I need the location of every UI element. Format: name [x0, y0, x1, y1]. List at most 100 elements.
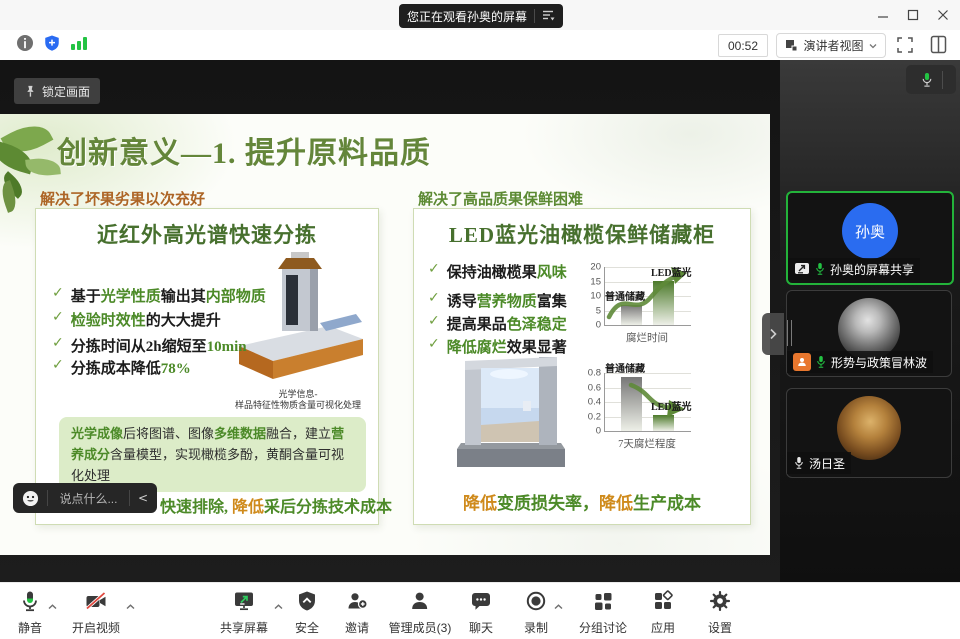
toolbar-apps-button[interactable]: 应用 [651, 589, 675, 636]
meeting-timer: 00:52 [718, 34, 768, 57]
bullet-item: ✓诱导营养物质富集 [428, 290, 567, 311]
participant-label: 孙奥的屏幕共享 [788, 258, 920, 280]
window-titlebar: 您正在观看孙奥的屏幕 [0, 0, 960, 31]
network-signal-icon[interactable] [70, 35, 88, 56]
text-run: 后将图谱、图像 [123, 426, 214, 441]
text-run: 光学成像 [71, 426, 123, 441]
minimize-button[interactable] [876, 8, 890, 22]
member-badge-icon [793, 353, 811, 371]
text-run: 保持油橄榄果 [447, 265, 537, 281]
meeting-window: 您正在观看孙奥的屏幕 [0, 0, 960, 639]
right-section-heading: 解决了高品质果保鲜困难 [418, 188, 583, 209]
toolbar-item-label: 聊天 [469, 619, 493, 636]
lock-view-button[interactable]: 锁定画面 [14, 78, 100, 104]
person-add-icon [345, 589, 369, 618]
banner-menu-icon[interactable] [542, 9, 555, 24]
text-run: 降低 [599, 494, 633, 513]
sidebar-grip[interactable] [791, 320, 792, 346]
toolbar-camera-off-button[interactable]: 开启视频 [72, 589, 120, 636]
y-tick-label: 15 [590, 276, 601, 287]
toolbar-item-expand-chevron[interactable] [125, 598, 136, 616]
text-run: 基于 [71, 289, 101, 305]
side-panel-toggle[interactable] [930, 35, 947, 59]
optical-imaging-note: 光学成像后将图谱、图像多维数据融合，建立营养成分含量模型，实现橄榄多酚，黄酮含量… [59, 417, 366, 492]
toolbar-microphone-button[interactable]: 静音 [18, 589, 42, 636]
toolbar-item-expand-chevron[interactable] [553, 598, 564, 616]
toolbar-item-label: 安全 [295, 619, 319, 636]
text-run: 生产成本 [633, 494, 701, 513]
toolbar-gear-button[interactable]: 设置 [708, 589, 732, 636]
chat-collapse-arrow[interactable]: < [138, 491, 148, 505]
view-mode-selector[interactable]: 演讲者视图 [776, 33, 886, 58]
chat-input-placeholder[interactable]: 说点什么... [56, 490, 121, 507]
decay-time-chart: 20151050普通储藏LED蓝光腐烂时间 [580, 267, 700, 345]
video-tile-2[interactable]: 形势与政策冒林波 [786, 290, 952, 377]
watching-banner[interactable]: 您正在观看孙奥的屏幕 [399, 4, 563, 28]
toolbar-screen-share-button[interactable]: 共享屏幕 [220, 589, 268, 636]
checkmark-icon: ✓ [428, 336, 440, 357]
toolbar-item-label: 邀请 [345, 619, 369, 636]
bullet-item: ✓分拣成本降低78% [52, 357, 191, 378]
text-run: 色泽稳定 [507, 317, 567, 333]
toolbar-record-button[interactable]: 录制 [524, 589, 548, 636]
checkmark-icon: ✓ [52, 309, 64, 330]
camera-off-icon [84, 589, 108, 618]
window-controls [876, 0, 950, 30]
emoji-icon[interactable] [22, 490, 39, 507]
sidebar-mic-button[interactable] [906, 65, 956, 94]
toolbar-item-label: 管理成员(3) [389, 619, 452, 636]
fullscreen-button[interactable] [896, 36, 914, 59]
toolbar-item-expand-chevron[interactable] [47, 598, 58, 616]
divider [942, 71, 943, 89]
bar-label: LED蓝光 [651, 264, 692, 279]
toolbar-chat-button[interactable]: 聊天 [469, 589, 493, 636]
security-shield-icon[interactable] [43, 34, 61, 57]
text-run: 营养物质 [477, 294, 537, 310]
bullet-item: ✓分拣时间从2h缩短至10min [52, 335, 247, 356]
text-run: 诱导 [447, 294, 477, 310]
close-button[interactable] [936, 8, 950, 22]
right-card-led-storage: LED蓝光油橄榄保鲜储藏柜 20151050普通储藏LED蓝光腐烂时间 0.80… [413, 208, 751, 525]
text-run: 输出其 [161, 289, 206, 305]
machine-caption: 光学信息- 样品特征性物质含量可视化处理 [222, 389, 374, 411]
sidebar-grip[interactable] [787, 320, 788, 346]
microphone-icon [815, 355, 827, 369]
gear-icon [708, 589, 732, 618]
text-run: 多维数据 [214, 426, 266, 441]
sorting-machine-image [234, 251, 368, 387]
chart-x-label: 7天腐烂程度 [604, 436, 690, 451]
video-tile-3[interactable]: 汤日圣 [786, 388, 952, 478]
microphone-icon [814, 262, 826, 276]
divider [534, 9, 535, 23]
record-icon [524, 589, 548, 618]
bullet-item: ✓提高果品色泽稳定 [428, 313, 567, 334]
microphone-icon [18, 589, 42, 618]
toolbar-breakout-button[interactable]: 分组讨论 [579, 589, 627, 636]
y-tick-label: 0.8 [588, 368, 601, 379]
sidebar-collapse-handle[interactable] [762, 313, 784, 355]
bullet-item: ✓检验时效性的大大提升 [52, 309, 221, 330]
y-tick-label: 0 [596, 320, 601, 331]
toolbar-item-expand-chevron[interactable] [273, 598, 284, 616]
text-run: 融合，建立 [266, 426, 331, 441]
text-run: 风味 [537, 265, 567, 281]
y-tick-label: 20 [590, 262, 601, 273]
microphone-icon [920, 72, 934, 88]
video-tile-1[interactable]: 孙奥孙奥的屏幕共享 [786, 191, 954, 285]
meeting-toolbar: 静音开启视频共享屏幕安全邀请管理成员(3)聊天录制分组讨论应用设置结束会议 [0, 582, 960, 639]
text-run: 检验时效性 [71, 313, 146, 329]
y-tick-label: 0 [596, 426, 601, 437]
text-run: 快速排除, [160, 499, 232, 516]
toolbar-person-button[interactable]: 管理成员(3) [389, 589, 452, 636]
quick-chat-bar[interactable]: 说点什么... < [13, 483, 157, 513]
chevron-up-icon [273, 603, 284, 611]
meeting-info-icon[interactable] [16, 34, 34, 57]
y-tick-label: 0.4 [588, 397, 601, 408]
chart-plot-area: 普通储藏LED蓝光 [604, 373, 691, 432]
maximize-button[interactable] [906, 8, 920, 22]
chevron-up-icon [553, 603, 564, 611]
toolbar-shield-button[interactable]: 安全 [295, 589, 319, 636]
toolbar-person-add-button[interactable]: 邀请 [345, 589, 369, 636]
breakout-icon [591, 589, 615, 618]
text-run: 降低 [463, 494, 497, 513]
